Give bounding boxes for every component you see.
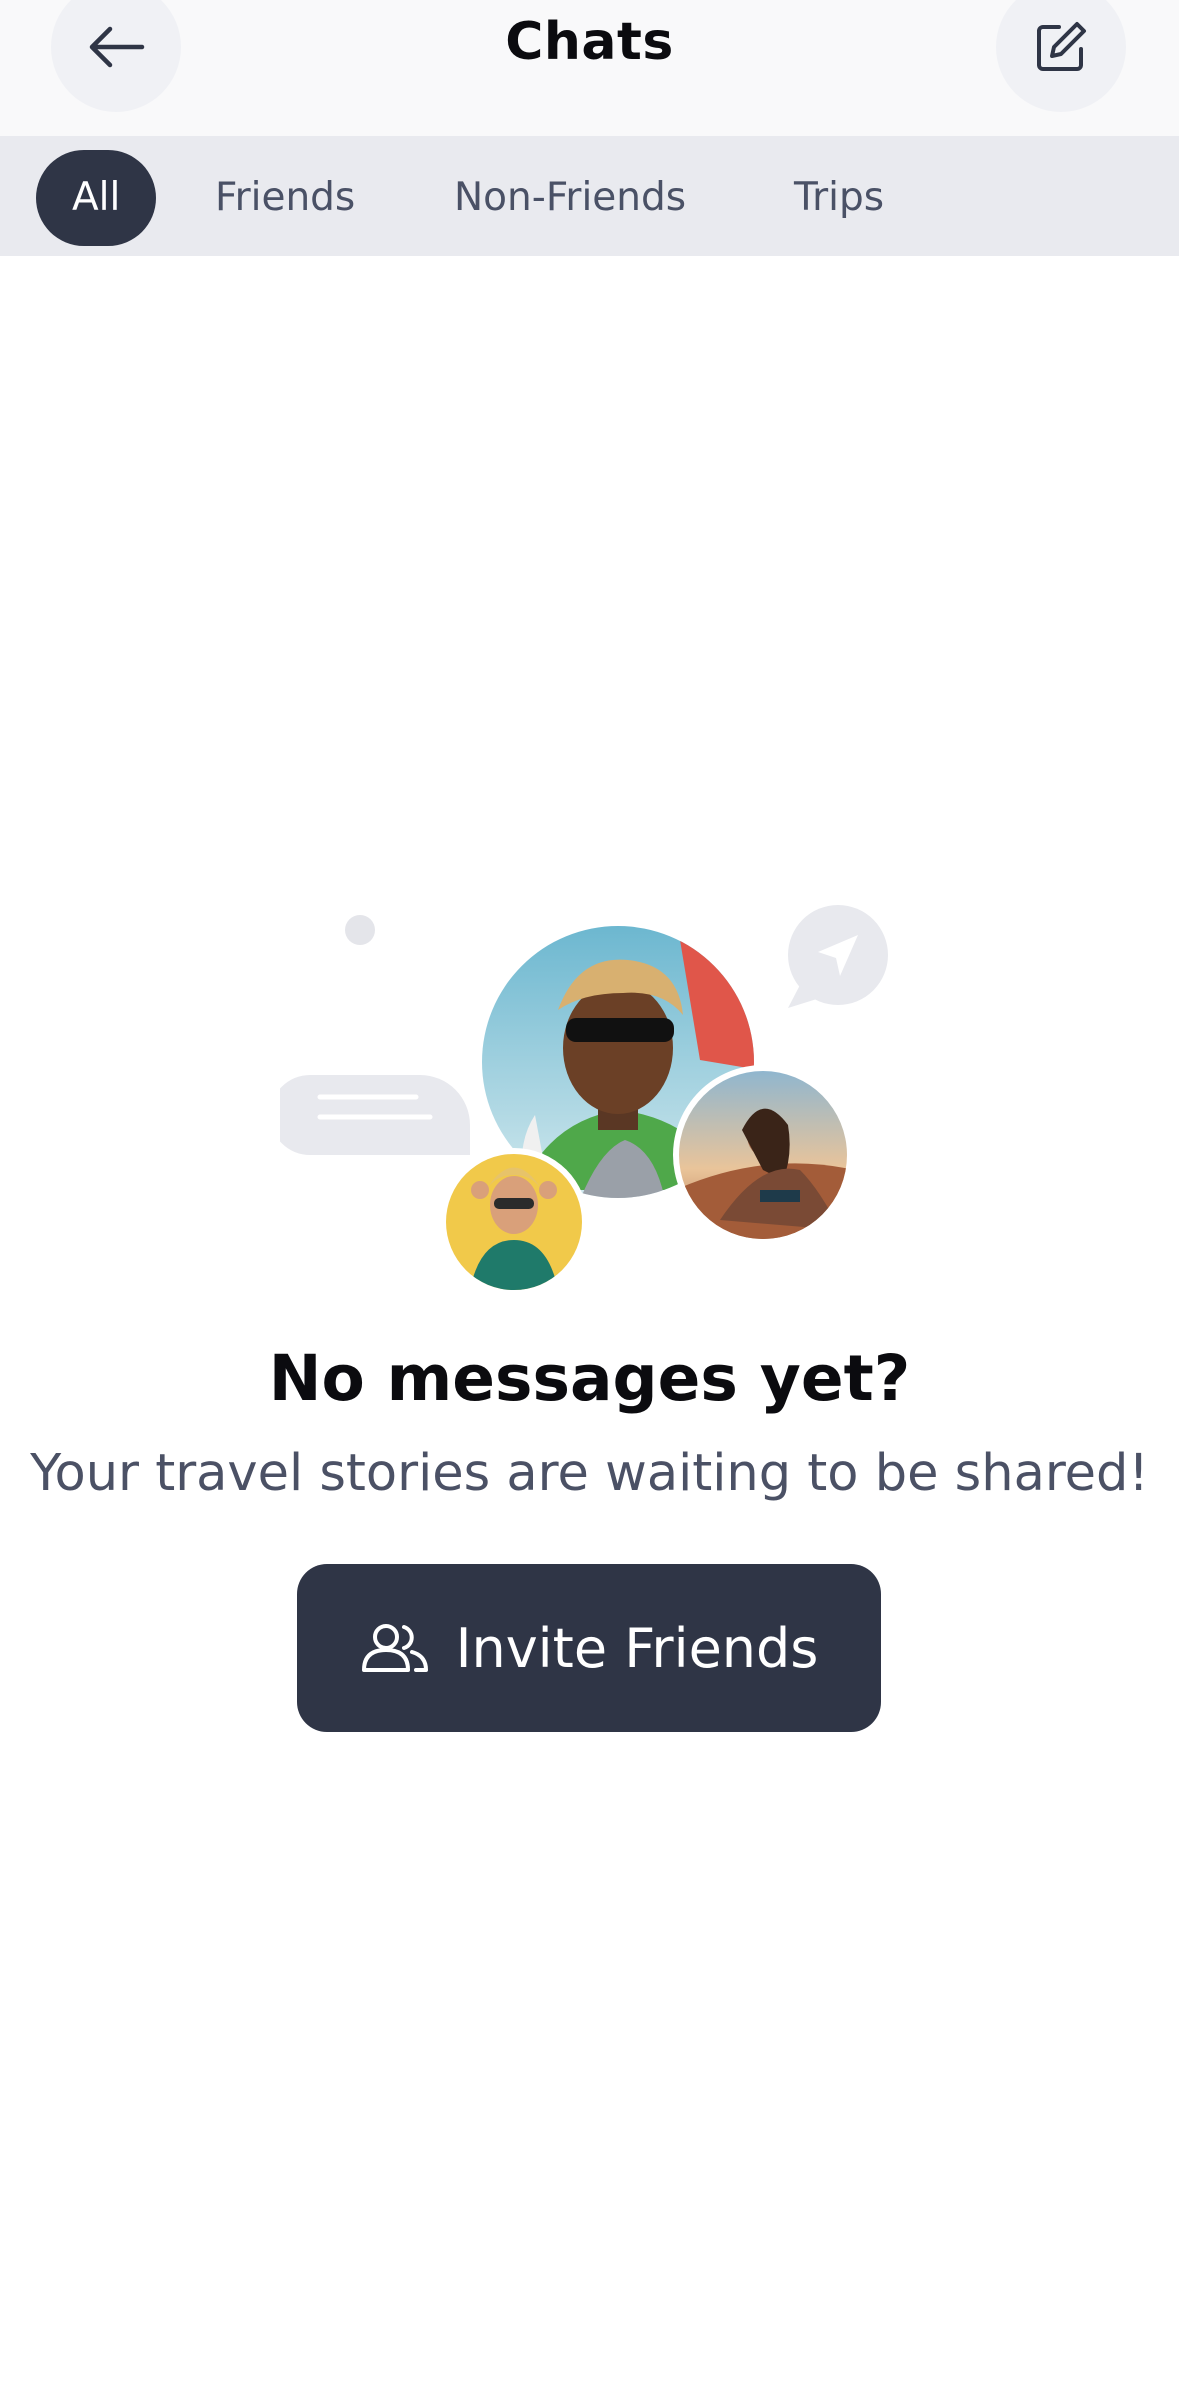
compose-icon [1037, 22, 1086, 71]
send-bubble-icon [788, 905, 888, 1008]
chats-screen: Chats All Friends Non-Friends Trips No m… [0, 0, 1179, 2396]
empty-chat-illustration [280, 905, 888, 1296]
top-bar: Chats [0, 0, 1179, 136]
decor-dot [345, 915, 375, 945]
compose-button[interactable] [996, 0, 1126, 112]
invite-friends-button[interactable]: Invite Friends [297, 1564, 881, 1732]
tab-all[interactable]: All [36, 150, 157, 246]
tab-non-friends[interactable]: Non-Friends [454, 150, 686, 246]
users-icon [361, 1624, 428, 1672]
empty-state-subtitle: Your travel stories are waiting to be sh… [30, 1444, 1149, 1503]
empty-state-title: No messages yet? [268, 1342, 911, 1415]
invite-friends-label: Invite Friends [455, 1616, 819, 1680]
filter-tabs: All Friends Non-Friends Trips [0, 136, 1179, 256]
tab-friends[interactable]: Friends [215, 150, 355, 246]
tab-trips[interactable]: Trips [794, 150, 884, 246]
